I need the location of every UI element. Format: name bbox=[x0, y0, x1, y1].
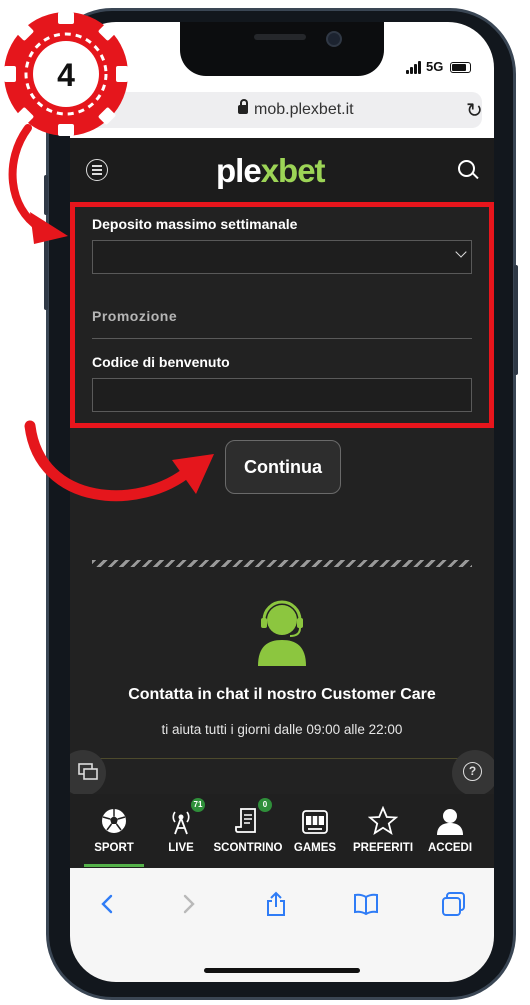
help-button[interactable]: ? bbox=[452, 750, 494, 796]
status-bar: 5G bbox=[70, 22, 494, 86]
help-icon: ? bbox=[463, 762, 482, 781]
site-header: plexbet bbox=[70, 138, 494, 204]
slip-count-badge: 0 bbox=[258, 798, 272, 812]
receipt-icon bbox=[235, 808, 256, 833]
live-count-badge: 71 bbox=[191, 798, 205, 812]
tab-preferiti[interactable]: PREFERITI bbox=[353, 794, 413, 868]
notch bbox=[180, 22, 384, 76]
url-text: mob.plexbet.it bbox=[254, 101, 354, 118]
forward-icon[interactable] bbox=[174, 890, 202, 918]
battery-icon bbox=[450, 62, 471, 73]
camera bbox=[326, 31, 342, 47]
soccer-ball-icon bbox=[102, 809, 126, 833]
back-icon[interactable] bbox=[94, 890, 122, 918]
tab-games[interactable]: GAMES bbox=[285, 794, 345, 868]
support-title: Contatta in chat il nostro Customer Care bbox=[128, 686, 436, 703]
menu-icon[interactable] bbox=[86, 159, 108, 181]
star-icon bbox=[368, 806, 398, 835]
lock-icon bbox=[238, 99, 248, 114]
tabs-icon[interactable] bbox=[440, 890, 468, 918]
logo-x: x bbox=[260, 152, 279, 189]
continue-button[interactable]: Continua bbox=[225, 440, 341, 494]
tab-label: ACCEDI bbox=[427, 842, 473, 854]
speaker-grille bbox=[254, 34, 306, 40]
hatched-divider bbox=[92, 560, 472, 567]
network-label: 5G bbox=[426, 59, 444, 74]
windows-icon bbox=[78, 763, 98, 780]
antenna-icon bbox=[172, 811, 190, 835]
share-icon[interactable] bbox=[262, 890, 290, 918]
search-icon[interactable] bbox=[458, 160, 475, 177]
home-indicator bbox=[204, 968, 360, 973]
customer-care-icon bbox=[258, 600, 306, 666]
bookmarks-icon[interactable] bbox=[352, 890, 380, 918]
reload-icon[interactable]: ↻ bbox=[466, 98, 483, 123]
slot-machine-icon bbox=[302, 810, 328, 834]
bottom-tab-bar: SPORT 71 LIVE 0 SCONTRINO GAMES PREFERIT… bbox=[70, 794, 494, 868]
site-logo[interactable]: plexbet bbox=[216, 152, 326, 190]
chat-window-button[interactable] bbox=[70, 750, 106, 796]
phone-side-button bbox=[44, 175, 48, 215]
phone-screen: 5G mob.plexbet.it ↻ plexbet Deposito mas… bbox=[70, 22, 494, 982]
signal-icon bbox=[406, 60, 424, 74]
arrow-to-form bbox=[8, 124, 44, 232]
logo-suffix: bet bbox=[278, 152, 325, 189]
active-tab-indicator bbox=[84, 864, 144, 867]
browser-toolbar bbox=[70, 868, 494, 982]
address-field[interactable]: mob.plexbet.it ↻ bbox=[82, 92, 483, 128]
highlight-frame bbox=[70, 202, 494, 428]
browser-url-bar: mob.plexbet.it ↻ bbox=[70, 86, 494, 138]
user-icon bbox=[437, 809, 463, 835]
tab-scontrino[interactable]: 0 SCONTRINO bbox=[214, 794, 283, 868]
phone-side-button bbox=[44, 240, 48, 310]
phone-side-button bbox=[514, 265, 518, 375]
tab-live[interactable]: 71 LIVE bbox=[151, 794, 211, 868]
logo-prefix: ple bbox=[216, 152, 262, 189]
tab-sport[interactable]: SPORT bbox=[84, 794, 144, 868]
tab-accedi[interactable]: ACCEDI bbox=[420, 794, 480, 868]
support-subtitle: ti aiuta tutti i giorni dalle 09:00 alle… bbox=[161, 722, 403, 737]
support-divider bbox=[94, 758, 470, 759]
